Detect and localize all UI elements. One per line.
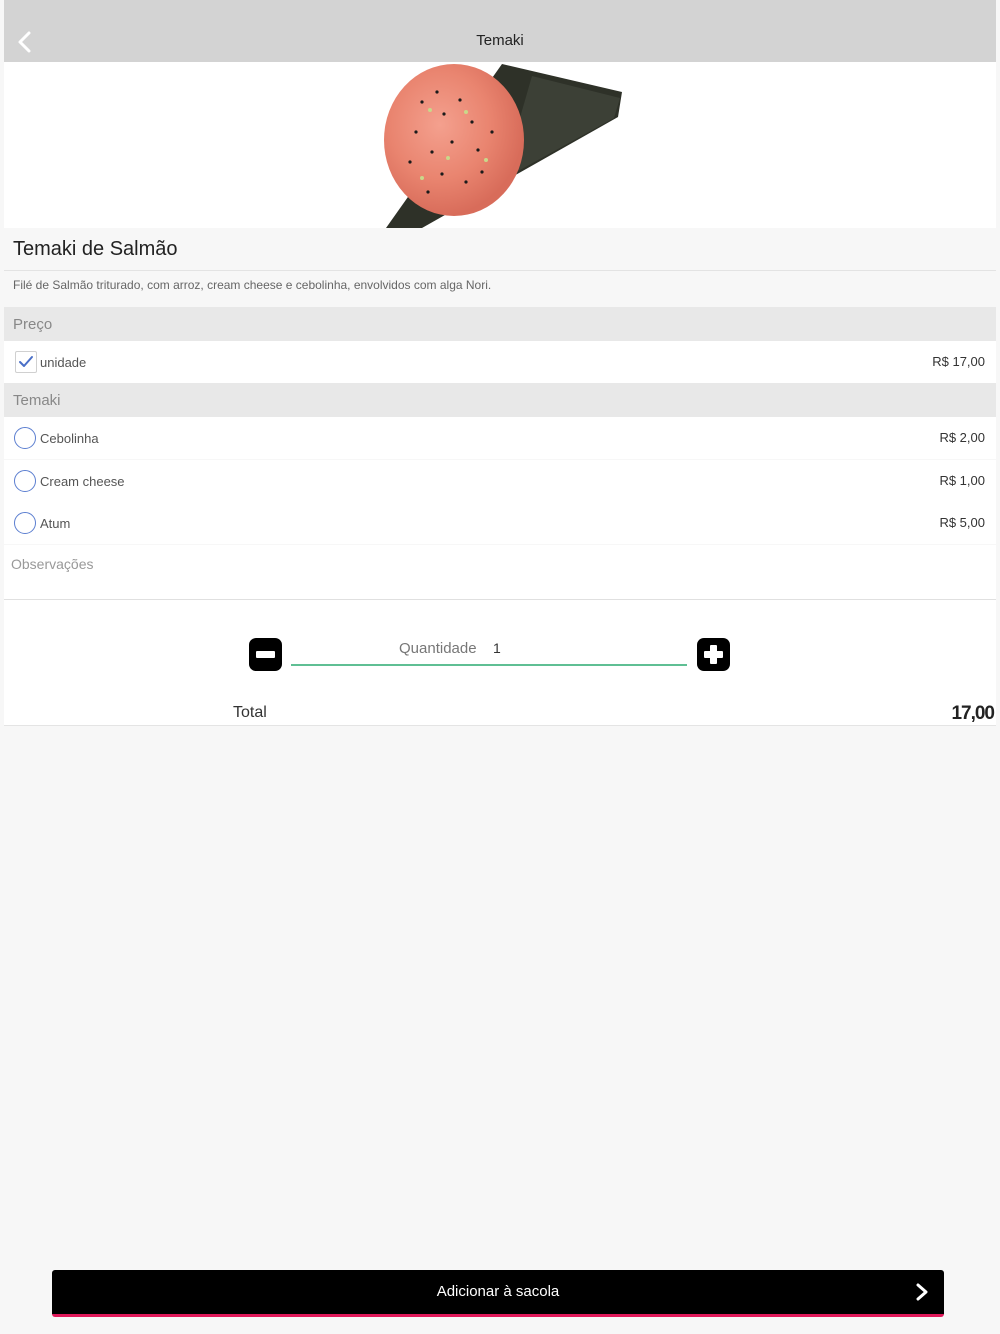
extras-section-header: Temaki [4,383,996,417]
quantity-label: Quantidade [399,640,477,657]
unidade-checkbox[interactable] [15,351,37,373]
total-label: Total [233,704,267,721]
chevron-right-icon [916,1283,928,1301]
option-label: Cebolinha [40,431,99,446]
notes-textarea[interactable]: Observações [4,545,996,600]
decrease-quantity-button[interactable] [249,638,282,671]
extra-option-cream-cheese[interactable]: Cream cheese R$ 1,00 [4,460,996,502]
add-to-bag-label: Adicionar à sacola [436,1283,560,1300]
checkmark-icon [19,356,33,367]
product-title-row: Temaki de Salmão [4,228,996,271]
option-label: unidade [40,355,87,370]
option-label: Cream cheese [40,474,125,489]
quantity-section: Quantidade 1 Total 17,00 [4,600,996,726]
option-price: R$ 1,00 [939,473,985,488]
product-description: Filé de Salmão triturado, com arroz, cre… [13,278,492,292]
cebolinha-radio[interactable] [14,427,36,449]
option-label: Atum [40,516,71,531]
atum-radio[interactable] [14,512,36,534]
quantity-value: 1 [493,640,501,656]
price-option-unidade[interactable]: unidade R$ 17,00 [4,341,996,383]
total-value: 17,00 [951,703,995,724]
product-description-row: Filé de Salmão triturado, com arroz, cre… [4,271,996,307]
extra-option-atum[interactable]: Atum R$ 5,00 [4,502,996,544]
add-to-bag-button[interactable]: Adicionar à sacola [52,1270,944,1317]
product-image-area [4,62,996,228]
product-title: Temaki de Salmão [13,238,178,260]
temaki-image [384,64,622,228]
minus-icon [256,651,275,658]
extras-section-label: Temaki [13,392,61,409]
option-price: R$ 5,00 [939,515,985,530]
extra-option-cebolinha[interactable]: Cebolinha R$ 2,00 [4,417,996,459]
price-section-header: Preço [4,307,996,341]
price-section-label: Preço [13,316,53,333]
quantity-field[interactable]: Quantidade 1 [291,638,687,666]
top-bar: Temaki [4,0,996,62]
option-price: R$ 17,00 [932,354,985,369]
increase-quantity-button[interactable] [697,638,730,671]
page-title: Temaki [476,32,524,49]
option-price: R$ 2,00 [939,430,985,445]
plus-icon [704,645,723,664]
notes-placeholder: Observações [11,556,94,572]
cream-cheese-radio[interactable] [14,470,36,492]
